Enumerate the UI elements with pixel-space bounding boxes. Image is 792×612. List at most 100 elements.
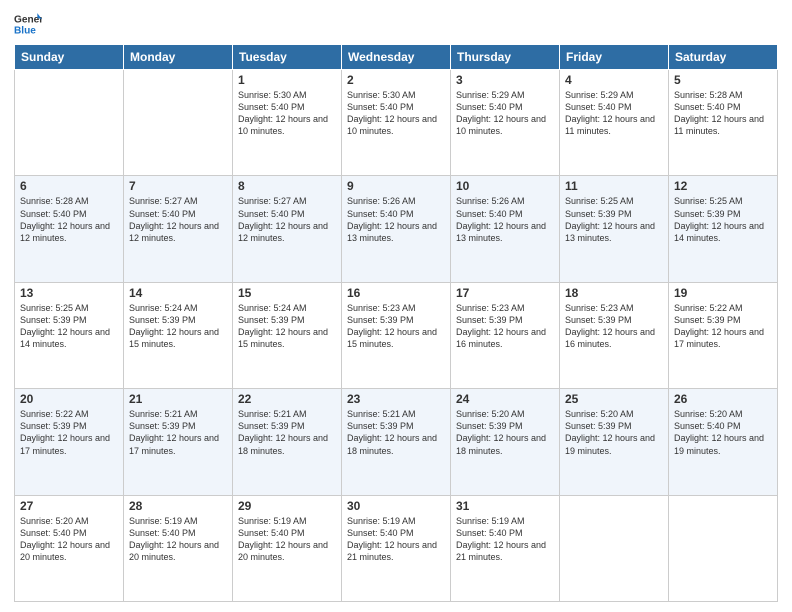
- week-row-4: 20 Sunrise: 5:22 AM Sunset: 5:39 PM Dayli…: [15, 389, 778, 495]
- cell-info: Sunrise: 5:28 AM Sunset: 5:40 PM Dayligh…: [674, 89, 772, 138]
- cell-info: Sunrise: 5:25 AM Sunset: 5:39 PM Dayligh…: [565, 195, 663, 244]
- calendar-cell: 18 Sunrise: 5:23 AM Sunset: 5:39 PM Dayli…: [560, 282, 669, 388]
- calendar-cell: [15, 70, 124, 176]
- day-number: 20: [20, 392, 118, 406]
- day-number: 3: [456, 73, 554, 87]
- day-number: 11: [565, 179, 663, 193]
- day-number: 21: [129, 392, 227, 406]
- cell-info: Sunrise: 5:23 AM Sunset: 5:39 PM Dayligh…: [347, 302, 445, 351]
- day-number: 19: [674, 286, 772, 300]
- cell-info: Sunrise: 5:20 AM Sunset: 5:40 PM Dayligh…: [674, 408, 772, 457]
- week-row-3: 13Sunrise: 5:25 AM Sunset: 5:39 PM Dayli…: [15, 282, 778, 388]
- day-number: 30: [347, 499, 445, 513]
- calendar-cell: 30 Sunrise: 5:19 AM Sunset: 5:40 PM Dayli…: [342, 495, 451, 601]
- calendar-cell: 20 Sunrise: 5:22 AM Sunset: 5:39 PM Dayli…: [15, 389, 124, 495]
- weekday-header-row: SundayMondayTuesdayWednesdayThursdayFrid…: [15, 45, 778, 70]
- weekday-header-wednesday: Wednesday: [342, 45, 451, 70]
- day-number: 17: [456, 286, 554, 300]
- calendar-cell: 11 Sunrise: 5:25 AM Sunset: 5:39 PM Dayli…: [560, 176, 669, 282]
- day-number: 26: [674, 392, 772, 406]
- weekday-header-thursday: Thursday: [451, 45, 560, 70]
- day-number: 25: [565, 392, 663, 406]
- cell-info: Sunrise: 5:23 AM Sunset: 5:39 PM Dayligh…: [565, 302, 663, 351]
- calendar-cell: 23Sunrise: 5:21 AM Sunset: 5:39 PM Dayli…: [342, 389, 451, 495]
- day-number: 18: [565, 286, 663, 300]
- calendar-cell: 13Sunrise: 5:25 AM Sunset: 5:39 PM Dayli…: [15, 282, 124, 388]
- day-number: 1: [238, 73, 336, 87]
- calendar-cell: 3 Sunrise: 5:29 AM Sunset: 5:40 PM Daylig…: [451, 70, 560, 176]
- day-number: 31: [456, 499, 554, 513]
- week-row-1: 1 Sunrise: 5:30 AM Sunset: 5:40 PM Daylig…: [15, 70, 778, 176]
- cell-info: Sunrise: 5:20 AM Sunset: 5:40 PM Dayligh…: [20, 515, 118, 564]
- day-number: 12: [674, 179, 772, 193]
- calendar-cell: 15 Sunrise: 5:24 AM Sunset: 5:39 PM Dayli…: [233, 282, 342, 388]
- cell-info: Sunrise: 5:21 AM Sunset: 5:39 PM Dayligh…: [238, 408, 336, 457]
- calendar-cell: [124, 70, 233, 176]
- day-number: 22: [238, 392, 336, 406]
- calendar-cell: 8 Sunrise: 5:27 AM Sunset: 5:40 PM Daylig…: [233, 176, 342, 282]
- cell-info: Sunrise: 5:20 AM Sunset: 5:39 PM Dayligh…: [565, 408, 663, 457]
- day-number: 29: [238, 499, 336, 513]
- calendar-cell: 29 Sunrise: 5:19 AM Sunset: 5:40 PM Dayli…: [233, 495, 342, 601]
- generalblue-logo-icon: General Blue: [14, 10, 42, 38]
- day-number: 24: [456, 392, 554, 406]
- cell-info: Sunrise: 5:23 AM Sunset: 5:39 PM Dayligh…: [456, 302, 554, 351]
- calendar-cell: 28 Sunrise: 5:19 AM Sunset: 5:40 PM Dayli…: [124, 495, 233, 601]
- weekday-header-tuesday: Tuesday: [233, 45, 342, 70]
- cell-info: Sunrise: 5:22 AM Sunset: 5:39 PM Dayligh…: [674, 302, 772, 351]
- cell-info: Sunrise: 5:19 AM Sunset: 5:40 PM Dayligh…: [456, 515, 554, 564]
- cell-info: Sunrise: 5:30 AM Sunset: 5:40 PM Dayligh…: [347, 89, 445, 138]
- cell-info: Sunrise: 5:29 AM Sunset: 5:40 PM Dayligh…: [565, 89, 663, 138]
- day-number: 6: [20, 179, 118, 193]
- logo: General Blue: [14, 10, 42, 38]
- calendar-cell: 1 Sunrise: 5:30 AM Sunset: 5:40 PM Daylig…: [233, 70, 342, 176]
- weekday-header-friday: Friday: [560, 45, 669, 70]
- calendar-cell: 26 Sunrise: 5:20 AM Sunset: 5:40 PM Dayli…: [669, 389, 778, 495]
- cell-info: Sunrise: 5:20 AM Sunset: 5:39 PM Dayligh…: [456, 408, 554, 457]
- cell-info: Sunrise: 5:29 AM Sunset: 5:40 PM Dayligh…: [456, 89, 554, 138]
- cell-info: Sunrise: 5:26 AM Sunset: 5:40 PM Dayligh…: [347, 195, 445, 244]
- page: General Blue SundayMondayTuesdayWednesda…: [0, 0, 792, 612]
- cell-info: Sunrise: 5:19 AM Sunset: 5:40 PM Dayligh…: [238, 515, 336, 564]
- calendar-cell: 24 Sunrise: 5:20 AM Sunset: 5:39 PM Dayli…: [451, 389, 560, 495]
- calendar-cell: 21 Sunrise: 5:21 AM Sunset: 5:39 PM Dayli…: [124, 389, 233, 495]
- day-number: 5: [674, 73, 772, 87]
- cell-info: Sunrise: 5:25 AM Sunset: 5:39 PM Dayligh…: [674, 195, 772, 244]
- calendar-cell: 10Sunrise: 5:26 AM Sunset: 5:40 PM Dayli…: [451, 176, 560, 282]
- calendar-cell: 7Sunrise: 5:27 AM Sunset: 5:40 PM Daylig…: [124, 176, 233, 282]
- day-number: 7: [129, 179, 227, 193]
- cell-info: Sunrise: 5:27 AM Sunset: 5:40 PM Dayligh…: [238, 195, 336, 244]
- cell-info: Sunrise: 5:28 AM Sunset: 5:40 PM Dayligh…: [20, 195, 118, 244]
- day-number: 15: [238, 286, 336, 300]
- day-number: 4: [565, 73, 663, 87]
- calendar-cell: 12 Sunrise: 5:25 AM Sunset: 5:39 PM Dayli…: [669, 176, 778, 282]
- calendar-cell: 4 Sunrise: 5:29 AM Sunset: 5:40 PM Daylig…: [560, 70, 669, 176]
- calendar-cell: 22 Sunrise: 5:21 AM Sunset: 5:39 PM Dayli…: [233, 389, 342, 495]
- weekday-header-sunday: Sunday: [15, 45, 124, 70]
- calendar-cell: [560, 495, 669, 601]
- calendar-cell: 25 Sunrise: 5:20 AM Sunset: 5:39 PM Dayli…: [560, 389, 669, 495]
- calendar-cell: [669, 495, 778, 601]
- calendar-cell: 19 Sunrise: 5:22 AM Sunset: 5:39 PM Dayli…: [669, 282, 778, 388]
- cell-info: Sunrise: 5:19 AM Sunset: 5:40 PM Dayligh…: [129, 515, 227, 564]
- week-row-5: 27Sunrise: 5:20 AM Sunset: 5:40 PM Dayli…: [15, 495, 778, 601]
- day-number: 2: [347, 73, 445, 87]
- calendar-cell: 16 Sunrise: 5:23 AM Sunset: 5:39 PM Dayli…: [342, 282, 451, 388]
- calendar-cell: 2 Sunrise: 5:30 AM Sunset: 5:40 PM Daylig…: [342, 70, 451, 176]
- day-number: 8: [238, 179, 336, 193]
- cell-info: Sunrise: 5:30 AM Sunset: 5:40 PM Dayligh…: [238, 89, 336, 138]
- cell-info: Sunrise: 5:19 AM Sunset: 5:40 PM Dayligh…: [347, 515, 445, 564]
- day-number: 16: [347, 286, 445, 300]
- cell-info: Sunrise: 5:25 AM Sunset: 5:39 PM Dayligh…: [20, 302, 118, 351]
- day-number: 28: [129, 499, 227, 513]
- calendar-table: SundayMondayTuesdayWednesdayThursdayFrid…: [14, 44, 778, 602]
- cell-info: Sunrise: 5:21 AM Sunset: 5:39 PM Dayligh…: [129, 408, 227, 457]
- day-number: 9: [347, 179, 445, 193]
- week-row-2: 6 Sunrise: 5:28 AM Sunset: 5:40 PM Daylig…: [15, 176, 778, 282]
- weekday-header-monday: Monday: [124, 45, 233, 70]
- cell-info: Sunrise: 5:24 AM Sunset: 5:39 PM Dayligh…: [238, 302, 336, 351]
- calendar-cell: 5 Sunrise: 5:28 AM Sunset: 5:40 PM Daylig…: [669, 70, 778, 176]
- calendar-cell: 27Sunrise: 5:20 AM Sunset: 5:40 PM Dayli…: [15, 495, 124, 601]
- day-number: 14: [129, 286, 227, 300]
- cell-info: Sunrise: 5:22 AM Sunset: 5:39 PM Dayligh…: [20, 408, 118, 457]
